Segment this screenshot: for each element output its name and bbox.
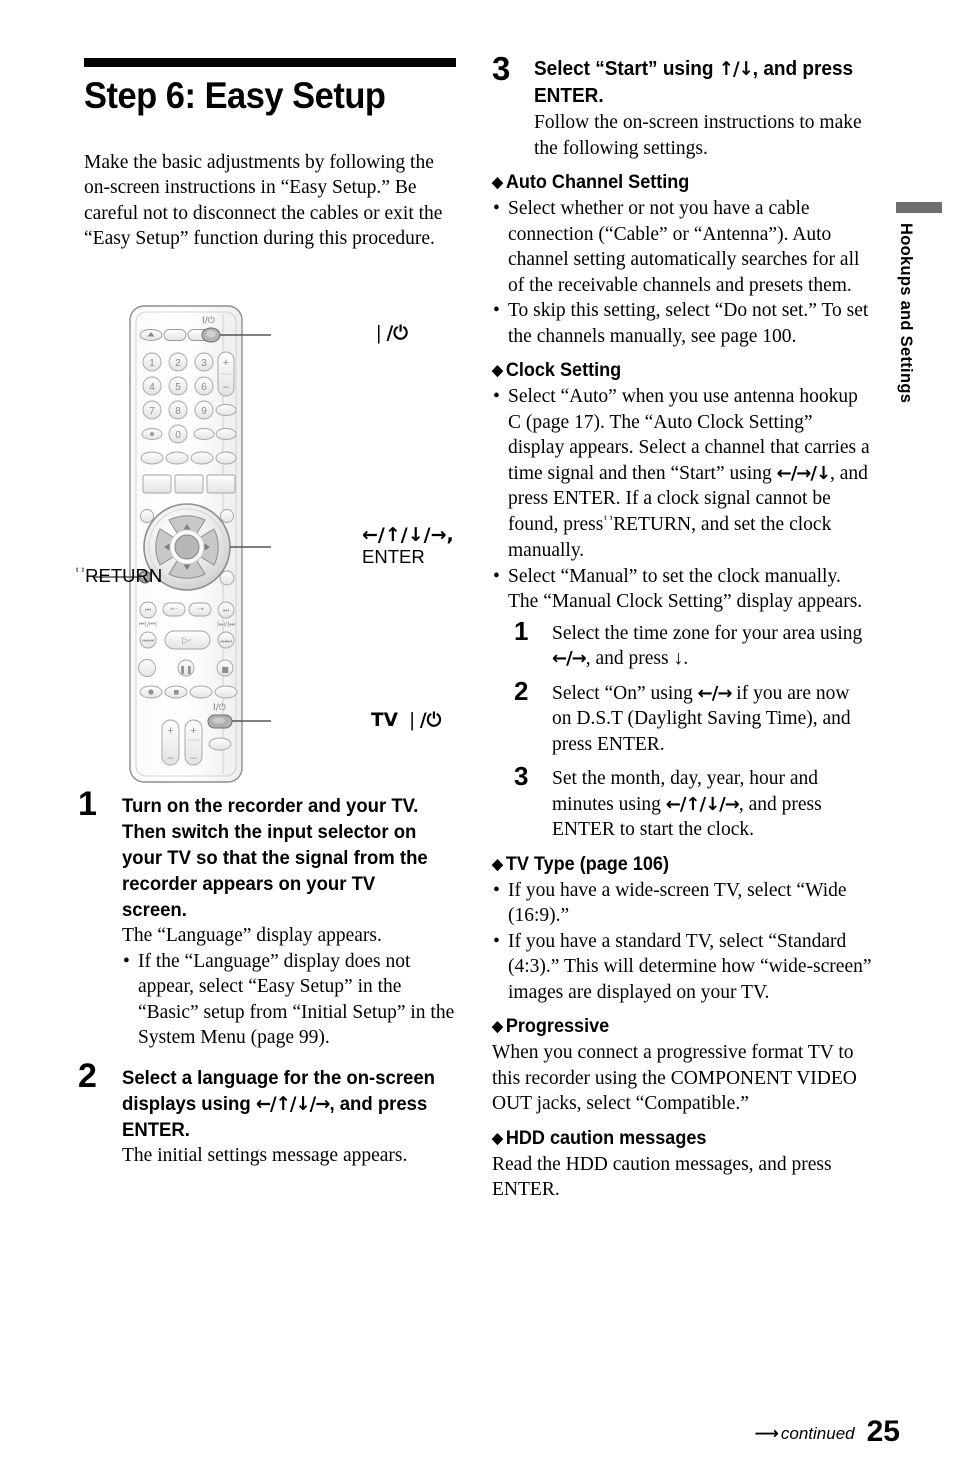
section-heading-progressive: ◆ Progressive [492,1016,610,1037]
left-right-arrows-icon: ←/→ [697,682,733,704]
side-tab-label: Hookups and Settings [897,223,915,404]
direction-arrows-icon: ←/↑/↓/→ [665,793,740,815]
section-heading-clock-setting: ◆ Clock Setting [492,360,622,381]
title-rule [84,58,456,67]
step-2-heading: Select a language for the on-screen disp… [122,1066,435,1141]
step-1-body: The “Language” display appears. [122,925,382,946]
svg-text:–: – [167,752,174,764]
step-1-heading: Turn on the recorder and your TV. Then s… [122,795,428,921]
tv-type-bullets: If you have a wide-screen TV, select “Wi… [492,878,872,1006]
callout-tv-power: TV ❘/⏻ [371,710,442,731]
diamond-bullet-icon: ◆ [492,174,503,191]
direction-arrows-icon: ←/↑/↓/→ [255,1092,331,1115]
right-arrow-icon: ⟶ [754,1424,779,1444]
list-item: To skip this setting, select “Do not set… [492,298,872,349]
step-2: 2 Select a language for the on-screen di… [78,1059,460,1169]
substep-1: 1 Select the time zone for your area usi… [514,615,872,672]
svg-text:⏮⏮: ⏮⏮ [142,637,154,645]
diamond-bullet-icon: ◆ [492,1129,503,1147]
svg-text:6: 6 [201,382,207,393]
list-item: If the “Language” display does not appea… [122,949,460,1051]
side-tab: Hookups and Settings [896,202,942,403]
callout-power: ❘/⏻ [371,323,408,344]
section-heading-tv-type: ◆ TV Type (page 106) [492,853,669,875]
svg-text:4: 4 [149,382,155,393]
side-tab-bar [896,202,942,213]
step-1-bullets: If the “Language” display does not appea… [122,949,460,1051]
list-item: Select “Auto” when you use antenna hooku… [492,384,872,564]
substep-3-number: 3 [514,761,529,791]
step-3-body: Follow the on-screen instructions to mak… [534,112,862,159]
direction-arrows-icon: ←/→/↓ [776,462,831,484]
clock-setting-bullets: Select “Auto” when you use antenna hooku… [492,384,872,615]
svg-text:I/⏻: I/⏻ [202,315,215,326]
intro-paragraph: Make the basic adjustments by following … [84,151,443,250]
list-item: If you have a wide-screen TV, select “Wi… [492,878,872,929]
svg-text:9: 9 [201,406,207,417]
substep-3: 3 Set the month, day, year, hour and min… [514,761,872,843]
substep-2-text: Select “On” using ←/→ if you are now on … [552,682,851,755]
page-title: Step 6: Easy Setup [84,75,386,116]
svg-text:5: 5 [175,382,181,393]
svg-text:·→: ·→ [196,605,204,613]
svg-text:■: ■ [221,665,229,674]
auto-channel-setting-bullets: Select whether or not you have a cable c… [492,196,872,349]
svg-text:⏭: ⏭ [223,606,229,614]
page-footer: ⟶ continued 25 [755,1417,900,1447]
svg-text:←·: ←· [170,605,178,613]
svg-text:+: + [167,725,173,737]
diamond-bullet-icon: ◆ [492,1018,503,1035]
left-column: Step 6: Easy Setup Make the basic adjust… [84,58,459,252]
callout-return: ᫅ RETURN [85,565,163,586]
section-heading-auto-channel-setting: ◆ Auto Channel Setting [492,172,690,193]
list-item: If you have a standard TV, select “Stand… [492,929,872,1006]
substep-1-text: Select the time zone for your area using… [552,622,863,670]
continued-indicator: ⟶ continued [754,1424,855,1444]
right-column: 3 Select “Start” using ↑/↓, and press EN… [492,52,872,1203]
diamond-bullet-icon: ◆ [492,362,503,379]
list-item: Select “Manual” to set the clock manuall… [492,564,872,615]
substep-3-text: Set the month, day, year, hour and minut… [552,768,822,840]
svg-text:⏭⏭: ⏭⏭ [220,637,232,645]
svg-text:▷·: ▷· [182,636,192,646]
left-right-arrows-icon: ←/→ [552,648,587,669]
svg-text:3: 3 [201,358,207,369]
left-steps: 1 Turn on the recorder and your TV. Then… [78,787,460,1172]
list-item: Select whether or not you have a cable c… [492,196,872,298]
substep-2: 2 Select “On” using ←/→ if you are now o… [514,675,872,758]
step-3-heading: Select “Start” using ↑/↓, and press ENTE… [534,58,854,107]
svg-text:–: – [223,381,230,393]
svg-text:1: 1 [149,358,155,369]
svg-text:+: + [223,357,229,369]
svg-text:–: – [190,752,197,764]
step-3-number: 3 [492,50,511,87]
callout-direction-enter: ←/↑/↓/→, ENTER [362,524,454,567]
svg-text:❚❚: ❚❚ [179,665,192,674]
step-1: 1 Turn on the recorder and your TV. Then… [78,787,460,1051]
svg-text:2: 2 [175,358,181,369]
step-2-number: 2 [78,1056,97,1095]
clock-setting-substeps: 1 Select the time zone for your area usi… [514,615,872,843]
svg-text:+: + [190,725,196,737]
svg-text:⏮|/⏮|: ⏮|/⏮| [139,620,157,628]
page-number: 25 [866,1415,900,1448]
substep-1-number: 1 [514,615,529,646]
step-2-body: The initial settings message appears. [122,1144,408,1166]
section-heading-hdd-caution-messages: ◆ HDD caution messages [492,1127,707,1149]
progressive-paragraph: When you connect a progressive format TV… [492,1042,857,1114]
svg-text:0: 0 [175,430,181,441]
substep-2-number: 2 [514,675,529,706]
remote-control-figure: I/⏻ 1 2 3 4 5 6 7 8 9 0 + – ⏮ ⏭ ←· ·→ ⏮|/⏮| |⏭… [75,300,465,790]
svg-text:⏮: ⏮ [145,606,151,614]
step-1-number: 1 [78,785,97,823]
svg-text:7: 7 [149,406,155,417]
svg-text:8: 8 [175,406,181,417]
svg-text:I/⏻: I/⏻ [213,702,226,713]
step-3: 3 Select “Start” using ↑/↓, and press EN… [492,52,872,161]
manual-page: Step 6: Easy Setup Make the basic adjust… [0,0,954,1483]
svg-text:|⏭/|⏭: |⏭/|⏭ [217,620,235,628]
up-down-arrows-icon: ↑/↓ [718,58,754,80]
diamond-bullet-icon: ◆ [492,855,503,873]
hdd-caution-paragraph: Read the HDD caution messages, and press… [492,1153,832,1201]
